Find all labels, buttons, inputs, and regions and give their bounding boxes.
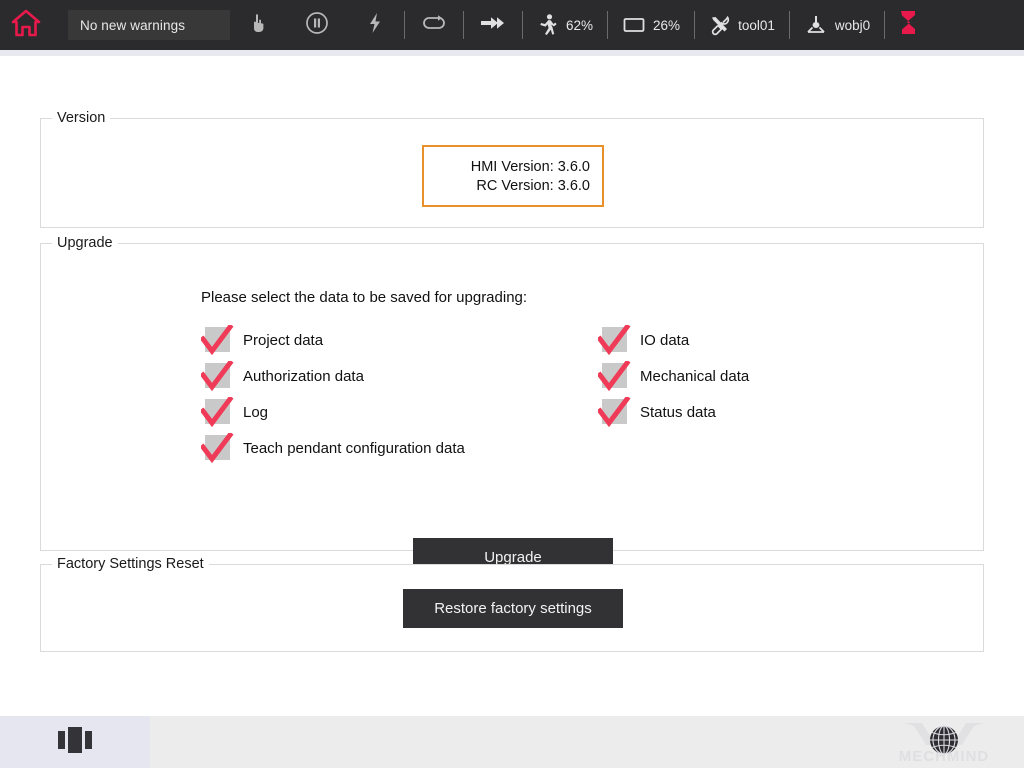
checkbox-row-authorization-data[interactable]: Authorization data [201,358,465,394]
screen-indicator[interactable]: 26% [608,0,694,50]
fast-forward-button[interactable] [464,0,522,50]
hand-jog-button[interactable] [230,0,288,50]
upgrade-group: Upgrade Please select the data to be sav… [40,243,984,551]
home-button[interactable] [0,0,52,50]
running-man-icon [537,13,559,37]
checkbox-label: IO data [640,332,689,349]
home-icon [11,9,41,42]
upgrade-prompt-text: Please select the data to be saved for u… [201,289,527,306]
checkbox-label: Authorization data [243,368,364,385]
tool-value: tool01 [738,18,775,33]
checkbox-label: Log [243,404,268,421]
robot-arm-icon [896,8,920,43]
loop-cycle-button[interactable] [405,0,463,50]
checkbox-checked-icon[interactable] [201,361,235,391]
tools-icon [709,14,731,36]
workobject-value: wobj0 [835,18,870,33]
checkbox-row-teach-pendant-configuration-data[interactable]: Teach pendant configuration data [201,430,465,466]
tool-indicator[interactable]: tool01 [695,0,789,50]
workobject-indicator[interactable]: wobj0 [790,0,884,50]
checkbox-row-status-data[interactable]: Status data [598,394,749,430]
checkbox-label: Teach pendant configuration data [243,440,465,457]
hmi-version-text: HMI Version: 3.6.0 [471,159,590,175]
upgrade-group-label: Upgrade [52,235,118,251]
checkbox-row-project-data[interactable]: Project data [201,322,465,358]
checkbox-checked-icon[interactable] [598,325,632,355]
checkbox-row-io-data[interactable]: IO data [598,322,749,358]
checkbox-checked-icon[interactable] [201,433,235,463]
status-message-text: No new warnings [80,18,185,33]
globe-language-icon [927,723,961,762]
power-lightning-button[interactable] [346,0,404,50]
panels-view-button[interactable] [0,716,150,768]
panels-view-icon [55,725,95,760]
workobject-icon [804,14,828,36]
checkbox-label: Status data [640,404,716,421]
top-toolbar: No new warnings [0,0,1024,50]
status-message-field[interactable]: No new warnings [68,10,230,40]
checkbox-label: Mechanical data [640,368,749,385]
rc-version-text: RC Version: 3.6.0 [476,178,590,194]
loop-cycle-icon [421,13,447,38]
bottom-bar: MECHMIND [0,716,1024,768]
checkbox-row-mechanical-data[interactable]: Mechanical data [598,358,749,394]
checkbox-checked-icon[interactable] [201,325,235,355]
robot-arm-button[interactable] [885,0,931,50]
factory-settings-reset-group: Factory Settings Reset Restore factory s… [40,564,984,652]
speed-value: 62% [566,18,593,33]
restore-factory-settings-button[interactable]: Restore factory settings [403,589,623,628]
upgrade-checkbox-column-left: Project data Authorization data Log [201,322,465,466]
checkbox-checked-icon[interactable] [598,361,632,391]
settings-page: Version HMI Version: 3.6.0 RC Version: 3… [0,56,1024,716]
checkbox-checked-icon[interactable] [598,397,632,427]
factory-group-label: Factory Settings Reset [52,556,209,572]
version-group-label: Version [52,110,110,126]
checkbox-row-log[interactable]: Log [201,394,465,430]
checkbox-checked-icon[interactable] [201,397,235,427]
checkbox-label: Project data [243,332,323,349]
screen-value: 26% [653,18,680,33]
language-button[interactable]: MECHMIND [864,716,1024,768]
upgrade-checkbox-column-right: IO data Mechanical data Status data [598,322,749,430]
pause-button[interactable] [288,0,346,50]
speed-indicator[interactable]: 62% [523,0,607,50]
fast-forward-icon [479,14,507,37]
pause-icon [305,11,329,40]
version-group: Version HMI Version: 3.6.0 RC Version: 3… [40,118,984,228]
version-info-box: HMI Version: 3.6.0 RC Version: 3.6.0 [422,145,604,207]
monitor-icon [622,15,646,35]
power-lightning-icon [366,11,384,40]
hand-jog-icon [249,12,269,39]
